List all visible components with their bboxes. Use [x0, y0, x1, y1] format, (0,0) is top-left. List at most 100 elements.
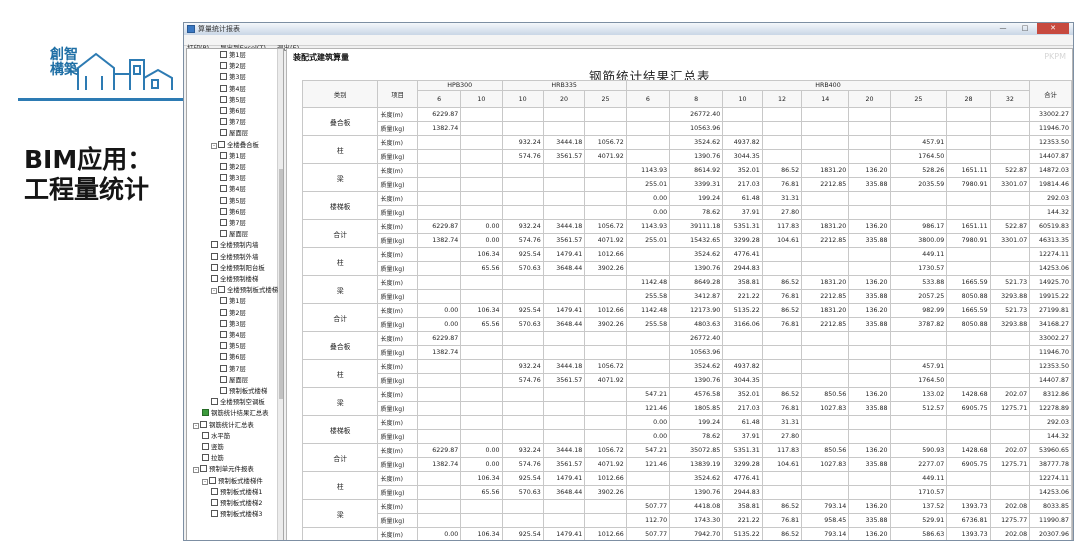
tree-item-checkbox[interactable] — [218, 286, 225, 294]
table-row[interactable]: 柱长度(m) 932.24 3444.18 1056.72 3524.62 4937.82… — [301, 359, 1072, 388]
tree-item[interactable]: - 全楼预制板式楼梯 — [211, 286, 278, 295]
tree-item[interactable]: 第1层 — [220, 297, 246, 306]
tree-item[interactable]: 第7层 — [220, 219, 246, 228]
tree-item[interactable]: 全楼预制阳台板 — [211, 263, 265, 273]
tree-item[interactable]: 预制板式楼梯2 — [211, 499, 262, 508]
tree-item-checkbox[interactable] — [220, 297, 227, 305]
tree-item[interactable]: 第7层 — [220, 118, 246, 127]
tree-item-checkbox[interactable] — [220, 51, 227, 58]
tree-item[interactable]: 第4层 — [220, 331, 246, 340]
table-row[interactable]: 质量(kg) 574.76 3561.57 4071.92 1390.76 3044.35… — [303, 149, 1072, 164]
tree-expand-toggle[interactable]: - — [211, 142, 217, 149]
tree-item[interactable]: 第5层 — [220, 95, 246, 105]
tree-item-checkbox[interactable] — [202, 431, 209, 439]
table-row[interactable]: 质量(kg) 1382.74 10563.96 11946.70 — [303, 121, 1072, 136]
table-row[interactable]: 合计 长度(m) 6229.87 0.00 932.24 3444.18 1056.72 11… — [301, 219, 1072, 248]
tree-item[interactable]: 屋面层 — [220, 230, 248, 239]
tree-item[interactable]: 第2层 — [220, 163, 246, 172]
table-row[interactable]: 叠合板 长度(m) 6229.87 26772.40 33002.27 — [301, 107, 1072, 136]
tree-item[interactable]: 第2层 — [220, 62, 246, 71]
tree-item[interactable]: 第4层 — [220, 84, 246, 94]
tree-item[interactable]: - 全楼叠合板 — [211, 140, 259, 150]
table-row[interactable]: 叠合板 长度(m) 6229.87 26772.40 33002.27 — [301, 331, 1072, 360]
table-row[interactable]: 质量(kg) 574.76 3561.57 4071.92 1390.76 3044.35… — [303, 373, 1072, 388]
tree-item[interactable]: 全楼预制内墙 — [211, 241, 258, 250]
tree-item[interactable]: 第6层 — [220, 353, 246, 362]
table-row[interactable]: 楼梯板 长度(m) 0.00 199.24 61.48 31.31 292.03 — [301, 415, 1072, 444]
tree-item-checkbox[interactable] — [220, 196, 227, 204]
tree-item[interactable]: 全楼预制空调板 — [211, 398, 265, 407]
table-row[interactable]: 楼梯板 长度(m) 0.00 199.24 61.48 31.31 292.03 — [301, 191, 1072, 220]
tree-item-checkbox[interactable] — [220, 118, 227, 126]
table-row[interactable]: 柱长度(m) 106.34 925.54 1479.41 1012.66 3524.62 4… — [301, 247, 1072, 276]
tree-item[interactable]: 第6层 — [220, 107, 246, 116]
tree-scrollbar-thumb[interactable] — [279, 169, 283, 399]
tree-item-checkbox[interactable] — [220, 207, 227, 215]
maximize-button[interactable]: □ — [1015, 23, 1035, 34]
tree-item-checkbox[interactable] — [211, 241, 218, 249]
tree-item[interactable]: 第3层 — [220, 174, 246, 183]
table-row[interactable]: 梁长度(m) 507.77 4418.08 358.81 86.52 793.14 136.… — [301, 499, 1072, 528]
tree-item[interactable]: 第5层 — [220, 342, 246, 351]
tree-item[interactable]: 竖筋 — [202, 443, 224, 452]
table-row[interactable]: 质量(kg) 0.00 78.62 37.91 27.80 144.32 — [303, 429, 1072, 444]
tree-item-checkbox[interactable] — [209, 476, 216, 484]
tree-item[interactable]: 水平筋 — [202, 431, 230, 441]
table-row[interactable]: 质量(kg) 121.46 1805.85 217.03 76.81 1027.83 335… — [303, 401, 1072, 416]
tree-item-checkbox[interactable] — [220, 364, 227, 372]
tree-item[interactable]: 第3层 — [220, 73, 246, 82]
tree-item[interactable]: 第1层 — [220, 151, 246, 161]
minimize-button[interactable]: — — [993, 23, 1013, 34]
tree-item[interactable]: 全楼预制楼梯 — [211, 275, 258, 284]
tree-item[interactable]: 拉筋 — [202, 454, 224, 463]
table-row[interactable]: 合计 长度(m) 6229.87 0.00 932.24 3444.18 1056.72 54… — [301, 443, 1072, 472]
tree-item[interactable]: 第2层 — [220, 308, 246, 318]
table-row[interactable]: 质量(kg) 255.58 3412.87 221.22 76.81 2212.85 335… — [303, 289, 1072, 304]
tree-item-checkbox[interactable] — [220, 129, 227, 137]
tree-item-checkbox[interactable] — [200, 465, 207, 473]
table-row[interactable]: 质量(kg) 1382.74 0.00 574.76 3561.57 4071.92 121… — [303, 457, 1072, 472]
tree-item[interactable]: 钢筋统计结果汇总表 — [202, 409, 269, 418]
table-row[interactable]: 质量(kg) 0.00 65.56 570.63 3648.44 3902.26 255.5… — [303, 317, 1072, 332]
tree-item[interactable]: 屋面层 — [220, 129, 248, 138]
tree-item[interactable]: - 预制板式楼梯件 — [202, 476, 263, 486]
tree-item[interactable]: 预制板式楼梯3 — [211, 510, 262, 519]
tree-item[interactable]: 第7层 — [220, 364, 246, 374]
tree-item[interactable]: - 预制单元件报表 — [193, 465, 254, 474]
table-row[interactable]: 梁长度(m) 1142.48 8649.28 358.81 86.52 1831.20 13… — [301, 275, 1072, 304]
tree-item-checkbox[interactable] — [220, 151, 227, 159]
table-row[interactable]: 质量(kg) 1382.74 0.00 574.76 3561.57 4071.92 255… — [303, 233, 1072, 248]
tree-expand-toggle[interactable]: - — [211, 288, 217, 295]
tree-item-checkbox[interactable] — [220, 185, 227, 193]
tree-item-checkbox[interactable] — [220, 342, 227, 350]
tree-item-checkbox[interactable] — [220, 230, 227, 238]
table-row[interactable]: 梁长度(m) 1143.93 8614.92 352.01 86.52 1831.20 13… — [301, 163, 1072, 192]
tree-item[interactable]: 第6层 — [220, 207, 246, 217]
tree-item-checkbox[interactable] — [211, 487, 218, 495]
table-row[interactable]: 柱长度(m) 932.24 3444.18 1056.72 3524.62 4937.82… — [301, 135, 1072, 164]
table-row[interactable]: 质量(kg) 65.56 570.63 3648.44 3902.26 1390.76 29… — [303, 485, 1072, 500]
table-row[interactable]: 质量(kg) 112.70 1743.30 221.22 76.81 958.45 335.… — [303, 513, 1072, 528]
table-row[interactable]: 质量(kg) 1382.74 10563.96 11946.70 — [303, 345, 1072, 360]
tree-expand-toggle[interactable]: - — [193, 422, 199, 429]
tree-item-checkbox[interactable] — [220, 331, 227, 338]
table-row[interactable]: 梁长度(m) 547.21 4576.58 352.01 86.52 850.56 136.… — [301, 387, 1072, 416]
tree-item[interactable]: 屋面层 — [220, 375, 248, 385]
tree-item-checkbox[interactable] — [218, 140, 225, 148]
tree-item-checkbox[interactable] — [220, 387, 227, 394]
tree-item-checkbox[interactable] — [220, 84, 227, 92]
tree-item[interactable]: 预制板式楼梯 — [220, 387, 267, 396]
table-row[interactable]: 合计 长度(m) 0.00 106.34 925.54 1479.41 1012.66 114… — [301, 303, 1072, 332]
tree-item[interactable]: 预制板式楼梯1 — [211, 487, 262, 497]
tree-item-checkbox[interactable] — [220, 95, 227, 103]
tree-item[interactable]: 全楼预制外墙 — [211, 252, 258, 262]
tree-expand-toggle[interactable]: - — [202, 478, 208, 485]
tree-item-checkbox[interactable] — [202, 443, 209, 450]
tree-item-checkbox[interactable] — [220, 73, 227, 81]
tree-item-checkbox[interactable] — [211, 510, 218, 518]
table-row[interactable]: 质量(kg) 65.56 570.63 3648.44 3902.26 1390.76 29… — [303, 261, 1072, 276]
tree-item-checkbox[interactable] — [211, 398, 218, 406]
tree-item-checkbox[interactable] — [220, 174, 227, 182]
table-row[interactable]: 柱长度(m) 106.34 925.54 1479.41 1012.66 3524.62 4… — [301, 471, 1072, 500]
tree-item-checkbox[interactable] — [220, 163, 227, 170]
